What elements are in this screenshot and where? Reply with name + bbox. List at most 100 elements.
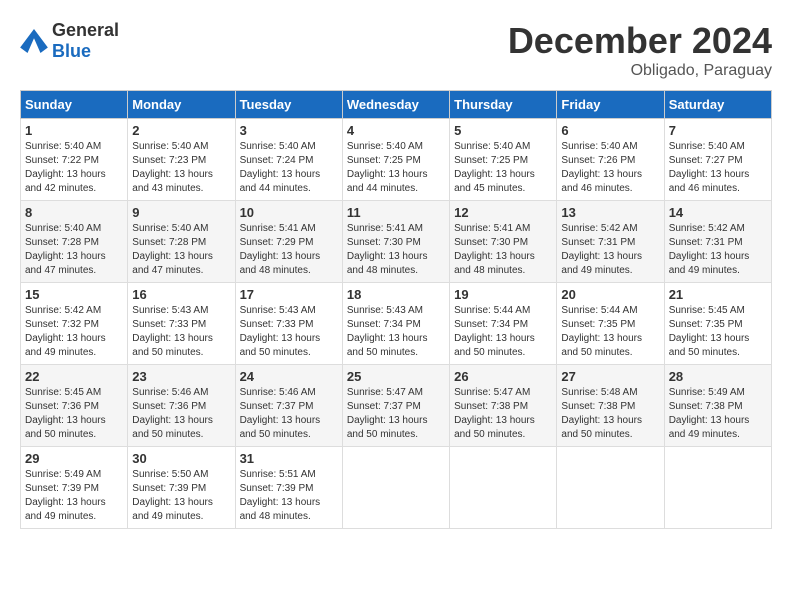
sunrise-text: Sunrise: 5:45 AM [669, 305, 745, 316]
day-number: 25 [347, 369, 445, 384]
calendar-cell: 18 Sunrise: 5:43 AM Sunset: 7:34 PM Dayl… [342, 283, 449, 365]
sunrise-text: Sunrise: 5:49 AM [669, 387, 745, 398]
sunrise-text: Sunrise: 5:40 AM [561, 141, 637, 152]
day-info: Sunrise: 5:47 AM Sunset: 7:37 PM Dayligh… [347, 386, 445, 442]
calendar-cell: 9 Sunrise: 5:40 AM Sunset: 7:28 PM Dayli… [128, 201, 235, 283]
logo-icon [20, 29, 48, 53]
sunset-text: Sunset: 7:32 PM [25, 319, 99, 330]
day-info: Sunrise: 5:41 AM Sunset: 7:29 PM Dayligh… [240, 222, 338, 278]
sunset-text: Sunset: 7:39 PM [240, 483, 314, 494]
calendar-cell [342, 447, 449, 529]
sunset-text: Sunset: 7:33 PM [240, 319, 314, 330]
day-number: 23 [132, 369, 230, 384]
calendar-cell: 22 Sunrise: 5:45 AM Sunset: 7:36 PM Dayl… [21, 365, 128, 447]
sunset-text: Sunset: 7:30 PM [347, 237, 421, 248]
calendar-cell: 29 Sunrise: 5:49 AM Sunset: 7:39 PM Dayl… [21, 447, 128, 529]
sunset-text: Sunset: 7:35 PM [561, 319, 635, 330]
day-info: Sunrise: 5:40 AM Sunset: 7:25 PM Dayligh… [454, 140, 552, 196]
sunrise-text: Sunrise: 5:40 AM [25, 141, 101, 152]
sunset-text: Sunset: 7:38 PM [669, 401, 743, 412]
day-info: Sunrise: 5:42 AM Sunset: 7:31 PM Dayligh… [561, 222, 659, 278]
daylight-text: Daylight: 13 hours and 50 minutes. [240, 415, 321, 440]
sunset-text: Sunset: 7:31 PM [561, 237, 635, 248]
day-info: Sunrise: 5:46 AM Sunset: 7:36 PM Dayligh… [132, 386, 230, 442]
calendar-cell: 21 Sunrise: 5:45 AM Sunset: 7:35 PM Dayl… [664, 283, 771, 365]
day-info: Sunrise: 5:49 AM Sunset: 7:38 PM Dayligh… [669, 386, 767, 442]
daylight-text: Daylight: 13 hours and 45 minutes. [454, 169, 535, 194]
sunset-text: Sunset: 7:37 PM [240, 401, 314, 412]
day-info: Sunrise: 5:43 AM Sunset: 7:33 PM Dayligh… [132, 304, 230, 360]
daylight-text: Daylight: 13 hours and 48 minutes. [347, 251, 428, 276]
calendar-row: 15 Sunrise: 5:42 AM Sunset: 7:32 PM Dayl… [21, 283, 772, 365]
day-info: Sunrise: 5:42 AM Sunset: 7:31 PM Dayligh… [669, 222, 767, 278]
daylight-text: Daylight: 13 hours and 47 minutes. [25, 251, 106, 276]
day-number: 17 [240, 287, 338, 302]
sunset-text: Sunset: 7:36 PM [25, 401, 99, 412]
sunset-text: Sunset: 7:34 PM [454, 319, 528, 330]
day-info: Sunrise: 5:41 AM Sunset: 7:30 PM Dayligh… [347, 222, 445, 278]
day-number: 10 [240, 205, 338, 220]
day-info: Sunrise: 5:51 AM Sunset: 7:39 PM Dayligh… [240, 468, 338, 524]
calendar-table: Sunday Monday Tuesday Wednesday Thursday… [20, 90, 772, 529]
calendar-cell: 14 Sunrise: 5:42 AM Sunset: 7:31 PM Dayl… [664, 201, 771, 283]
daylight-text: Daylight: 13 hours and 49 minutes. [25, 333, 106, 358]
calendar-cell: 23 Sunrise: 5:46 AM Sunset: 7:36 PM Dayl… [128, 365, 235, 447]
daylight-text: Daylight: 13 hours and 50 minutes. [132, 333, 213, 358]
sunrise-text: Sunrise: 5:43 AM [347, 305, 423, 316]
daylight-text: Daylight: 13 hours and 46 minutes. [561, 169, 642, 194]
sunset-text: Sunset: 7:28 PM [25, 237, 99, 248]
daylight-text: Daylight: 13 hours and 50 minutes. [240, 333, 321, 358]
sunset-text: Sunset: 7:37 PM [347, 401, 421, 412]
day-info: Sunrise: 5:45 AM Sunset: 7:36 PM Dayligh… [25, 386, 123, 442]
day-number: 30 [132, 451, 230, 466]
sunrise-text: Sunrise: 5:47 AM [347, 387, 423, 398]
day-info: Sunrise: 5:41 AM Sunset: 7:30 PM Dayligh… [454, 222, 552, 278]
page-header: General Blue December 2024 Obligado, Par… [20, 20, 772, 80]
header-monday: Monday [128, 91, 235, 119]
day-number: 9 [132, 205, 230, 220]
header-friday: Friday [557, 91, 664, 119]
sunrise-text: Sunrise: 5:50 AM [132, 469, 208, 480]
day-info: Sunrise: 5:44 AM Sunset: 7:34 PM Dayligh… [454, 304, 552, 360]
sunrise-text: Sunrise: 5:40 AM [132, 141, 208, 152]
title-block: December 2024 Obligado, Paraguay [508, 20, 772, 80]
sunset-text: Sunset: 7:28 PM [132, 237, 206, 248]
calendar-cell [450, 447, 557, 529]
daylight-text: Daylight: 13 hours and 50 minutes. [454, 415, 535, 440]
header-thursday: Thursday [450, 91, 557, 119]
calendar-cell: 10 Sunrise: 5:41 AM Sunset: 7:29 PM Dayl… [235, 201, 342, 283]
calendar-cell: 26 Sunrise: 5:47 AM Sunset: 7:38 PM Dayl… [450, 365, 557, 447]
header-wednesday: Wednesday [342, 91, 449, 119]
day-number: 21 [669, 287, 767, 302]
day-number: 19 [454, 287, 552, 302]
calendar-cell: 30 Sunrise: 5:50 AM Sunset: 7:39 PM Dayl… [128, 447, 235, 529]
day-info: Sunrise: 5:43 AM Sunset: 7:34 PM Dayligh… [347, 304, 445, 360]
day-info: Sunrise: 5:46 AM Sunset: 7:37 PM Dayligh… [240, 386, 338, 442]
calendar-cell: 24 Sunrise: 5:46 AM Sunset: 7:37 PM Dayl… [235, 365, 342, 447]
header-saturday: Saturday [664, 91, 771, 119]
day-info: Sunrise: 5:43 AM Sunset: 7:33 PM Dayligh… [240, 304, 338, 360]
sunset-text: Sunset: 7:26 PM [561, 155, 635, 166]
day-number: 11 [347, 205, 445, 220]
day-info: Sunrise: 5:40 AM Sunset: 7:22 PM Dayligh… [25, 140, 123, 196]
day-info: Sunrise: 5:50 AM Sunset: 7:39 PM Dayligh… [132, 468, 230, 524]
sunrise-text: Sunrise: 5:42 AM [669, 223, 745, 234]
day-info: Sunrise: 5:42 AM Sunset: 7:32 PM Dayligh… [25, 304, 123, 360]
day-info: Sunrise: 5:47 AM Sunset: 7:38 PM Dayligh… [454, 386, 552, 442]
day-info: Sunrise: 5:40 AM Sunset: 7:24 PM Dayligh… [240, 140, 338, 196]
sunset-text: Sunset: 7:24 PM [240, 155, 314, 166]
daylight-text: Daylight: 13 hours and 50 minutes. [454, 333, 535, 358]
sunset-text: Sunset: 7:29 PM [240, 237, 314, 248]
daylight-text: Daylight: 13 hours and 49 minutes. [25, 497, 106, 522]
daylight-text: Daylight: 13 hours and 43 minutes. [132, 169, 213, 194]
daylight-text: Daylight: 13 hours and 44 minutes. [240, 169, 321, 194]
sunrise-text: Sunrise: 5:49 AM [25, 469, 101, 480]
sunrise-text: Sunrise: 5:42 AM [25, 305, 101, 316]
sunrise-text: Sunrise: 5:41 AM [240, 223, 316, 234]
day-number: 3 [240, 123, 338, 138]
day-info: Sunrise: 5:45 AM Sunset: 7:35 PM Dayligh… [669, 304, 767, 360]
day-info: Sunrise: 5:40 AM Sunset: 7:26 PM Dayligh… [561, 140, 659, 196]
day-number: 13 [561, 205, 659, 220]
daylight-text: Daylight: 13 hours and 42 minutes. [25, 169, 106, 194]
day-number: 6 [561, 123, 659, 138]
